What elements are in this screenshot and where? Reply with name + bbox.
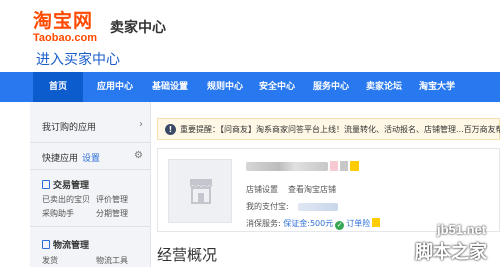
purchase-assistant-link[interactable]: 采购助手: [42, 208, 74, 219]
deposit-link[interactable]: 保证金:500元: [283, 219, 333, 228]
alipay-label: 我的支付宝:: [246, 202, 289, 211]
review-management-link[interactable]: 评价管理: [96, 194, 128, 205]
taobao-logo[interactable]: 淘宝网 Taobao.com: [33, 10, 108, 44]
consumer-protection-label: 消保服务:: [246, 219, 281, 228]
site-watermark: jb51.net 脚本之家: [415, 222, 500, 267]
logistics-icon: [42, 240, 50, 249]
business-overview-title: 经营概况: [157, 246, 218, 264]
shop-avatar[interactable]: [168, 159, 232, 223]
logo-main-text: 淘宝网: [33, 10, 94, 32]
shop-name-redacted: [246, 162, 328, 171]
quick-apps-settings-link[interactable]: 设置: [82, 154, 100, 164]
nav-rules-center[interactable]: 规则中心: [198, 72, 252, 102]
main-nav: 首页 应用中心 基础设置 规则中心 安全中心 服务中心 卖家论坛 淘宝大学: [0, 72, 500, 102]
logistics-tools-link[interactable]: 物流工具: [96, 255, 128, 266]
badge-icon: [330, 161, 338, 171]
nav-service-center[interactable]: 服务中心: [304, 72, 358, 102]
badge-icon: [340, 161, 348, 171]
view-shop-link[interactable]: 查看淘宝店铺: [288, 185, 336, 194]
ship-link[interactable]: 发货: [42, 255, 58, 266]
my-apps-label: 我订购的应用: [42, 123, 97, 133]
logistics-management-title: 物流管理: [53, 241, 90, 251]
alert-icon: !: [165, 124, 176, 135]
badge-icon: [372, 218, 381, 227]
trade-management-title: 交易管理: [53, 181, 90, 191]
enter-buyer-center-link[interactable]: 进入买家中心: [36, 51, 120, 69]
logistics-management-group[interactable]: 物流管理: [42, 238, 89, 251]
important-notice-bar[interactable]: ! 重要提醒：【问商友】淘系商家问答平台上线！流量转化、活动报名、店铺管理...…: [157, 118, 500, 140]
nav-seller-forum[interactable]: 卖家论坛: [357, 72, 411, 102]
shop-settings-link[interactable]: 店铺设置: [246, 185, 278, 194]
check-icon: ✓: [335, 221, 345, 230]
notice-text: 重要提醒：【问商友】淘系商家问答平台上线！流量转化、活动报名、店铺管理...百万…: [180, 125, 500, 134]
seller-center-page: 淘宝网 Taobao.com 卖家中心 进入买家中心 首页 应用中心 基础设置 …: [0, 0, 500, 267]
logo-sub-text: Taobao.com: [33, 32, 97, 44]
nav-home[interactable]: 首页: [33, 72, 83, 102]
watermark-url: jb51.net: [437, 222, 487, 237]
sidebar-divider: [30, 169, 151, 170]
alipay-account-redacted: [298, 203, 338, 211]
seller-center-title: 卖家中心: [110, 20, 166, 36]
nav-basic-settings[interactable]: 基础设置: [143, 72, 197, 102]
consumer-protection-row: 消保服务: 保证金:500元 ✓ 订单险: [246, 218, 381, 230]
shop-links: 店铺设置 查看淘宝店铺: [246, 185, 336, 195]
store-icon: [189, 179, 213, 204]
sidebar-divider: [30, 142, 151, 143]
nav-app-center[interactable]: 应用中心: [88, 72, 142, 102]
gear-icon[interactable]: ⚙: [134, 150, 143, 161]
trade-management-group[interactable]: 交易管理: [42, 178, 89, 191]
shop-info-card: 店铺设置 查看淘宝店铺 我的支付宝: 消保服务: 保证金:500元 ✓ 订单险: [157, 148, 500, 232]
trade-icon: [42, 180, 50, 189]
nav-security-center[interactable]: 安全中心: [250, 72, 304, 102]
installment-management-link[interactable]: 分期管理: [96, 208, 128, 219]
sidebar: 我订购的应用 › 快捷应用 设置 ⚙ 交易管理 已卖出的宝贝 评价管理 采购助手 …: [30, 102, 151, 267]
sold-items-link[interactable]: 已卖出的宝贝: [42, 194, 90, 205]
nav-taobao-university[interactable]: 淘宝大学: [410, 72, 464, 102]
quick-apps-label: 快捷应用: [42, 154, 79, 164]
chevron-right-icon: ›: [139, 119, 143, 130]
order-insurance-link[interactable]: 订单险: [346, 219, 370, 228]
badge-icon: [350, 161, 359, 171]
watermark-name: 脚本之家: [415, 242, 487, 263]
sidebar-divider: [30, 226, 151, 227]
